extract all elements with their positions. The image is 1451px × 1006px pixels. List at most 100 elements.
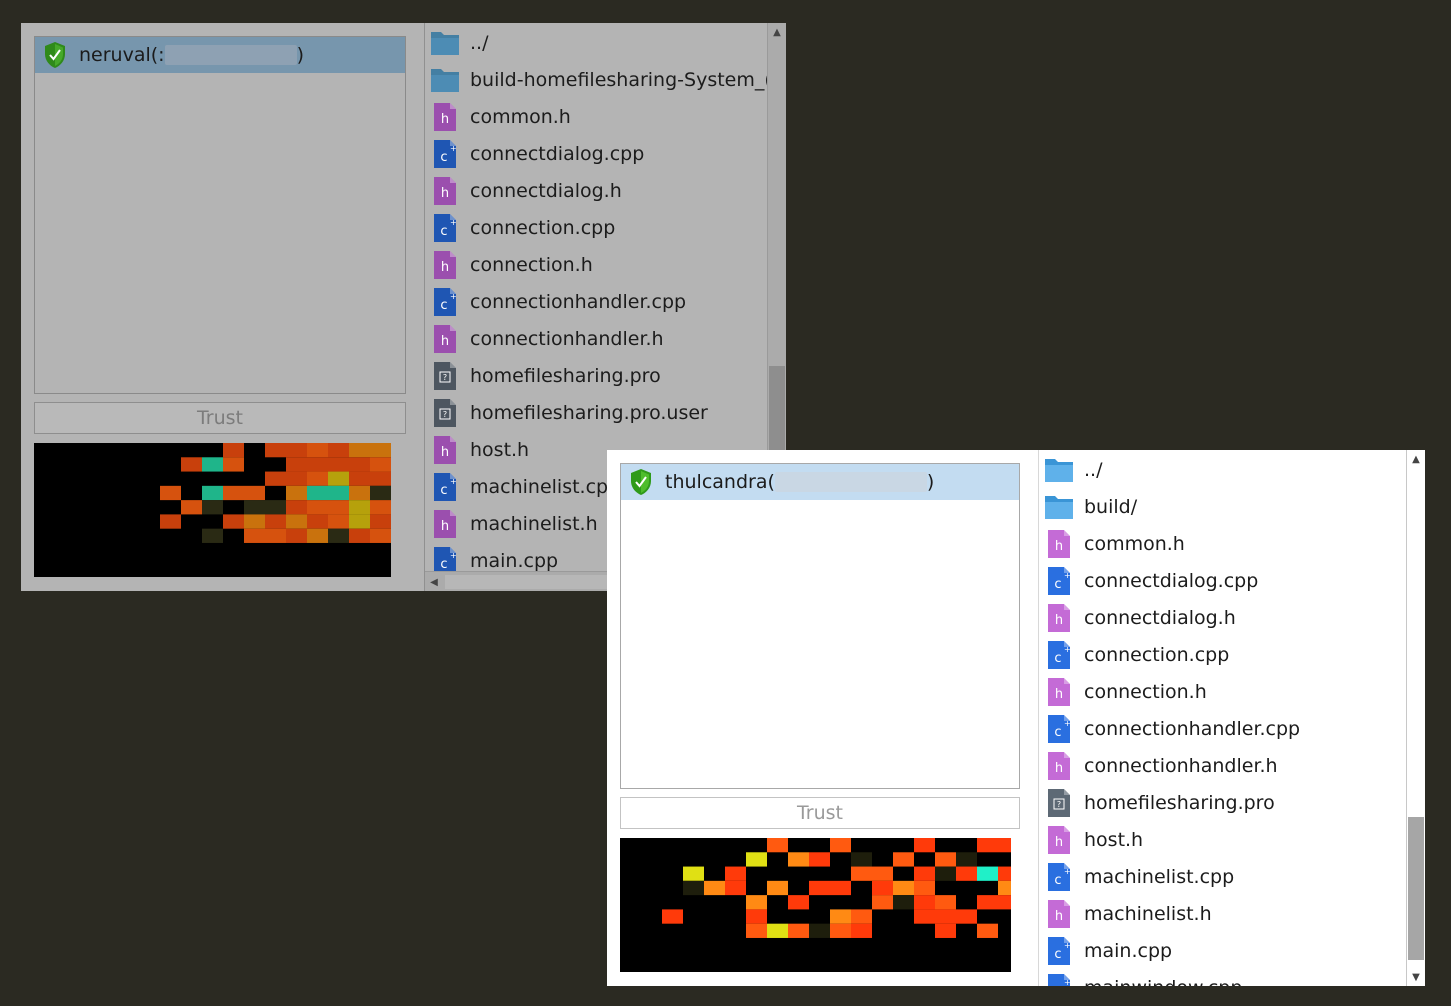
file-item[interactable]: c++ connectdialog.cpp [425, 135, 772, 172]
preview-pixel [370, 457, 391, 472]
file-item[interactable]: build/ [1039, 488, 1300, 525]
file-item[interactable]: h connection.h [1039, 673, 1300, 710]
file-list[interactable]: ../build/hcommon.hc++connectdialog.cpphc… [1039, 451, 1300, 986]
file-browser[interactable]: ../build/hcommon.hc++connectdialog.cpphc… [1038, 450, 1425, 986]
scroll-left-arrow-icon[interactable]: ◀ [425, 573, 443, 591]
file-name: host.h [470, 438, 530, 461]
trust-button[interactable]: Trust [34, 402, 406, 434]
preview-pixel [328, 500, 349, 515]
preview-pixel [181, 500, 202, 515]
file-item[interactable]: build-homefilesharing-System_( [425, 61, 772, 98]
file-item[interactable]: c++ mainwindow.cpp [1039, 969, 1300, 986]
header-file-icon: h [430, 435, 460, 465]
file-item[interactable]: h connectdialog.h [425, 172, 772, 209]
svg-text:++: ++ [1064, 867, 1071, 876]
preview-pixel [746, 923, 767, 938]
project-file-icon: ? [1044, 788, 1074, 818]
machine-label: neruval (:) [79, 44, 304, 66]
screen-preview [34, 443, 391, 577]
scroll-up-arrow-icon[interactable]: ▲ [1407, 450, 1425, 468]
file-item[interactable]: c++ main.cpp [1039, 932, 1300, 969]
svg-text:c: c [1054, 947, 1061, 962]
svg-text:h: h [441, 186, 449, 201]
preview-pixel [914, 909, 935, 924]
preview-pixel [307, 514, 328, 529]
file-name: connection.cpp [1084, 643, 1230, 666]
preview-pixel [244, 485, 265, 501]
file-sharing-window-thulcandra: thulcandra () Trust ../build/h common.h c +… [607, 450, 1425, 986]
file-item[interactable]: c++ connectionhandler.cpp [1039, 710, 1300, 747]
file-item[interactable]: c++ connection.cpp [1039, 636, 1300, 673]
file-name: connection.h [1084, 680, 1207, 703]
scrollbar-thumb[interactable] [1408, 817, 1424, 960]
preview-pixel [244, 500, 265, 515]
vertical-scrollbar[interactable]: ▲ ▼ [1406, 450, 1425, 986]
preview-pixel [286, 528, 307, 543]
preview-pixel [349, 485, 370, 501]
file-item[interactable]: h connectionhandler.h [425, 320, 772, 357]
machine-label: thulcandra () [665, 471, 934, 493]
file-item[interactable]: h connectdialog.h [1039, 599, 1300, 636]
preview-pixel [809, 923, 830, 938]
preview-pixel [265, 514, 286, 529]
preview-pixel [830, 923, 851, 938]
folder-icon [1044, 492, 1074, 522]
preview-pixel [307, 471, 328, 486]
preview-pixel [202, 528, 223, 543]
file-item[interactable]: ? homefilesharing.pro [1039, 784, 1300, 821]
preview-pixel [998, 880, 1011, 896]
preview-pixel [223, 514, 244, 529]
preview-pixel [830, 838, 851, 853]
file-item[interactable]: ../ [425, 24, 772, 61]
svg-text:h: h [441, 260, 449, 275]
header-file-icon: h [1044, 825, 1074, 855]
preview-pixel [160, 485, 181, 501]
preview-pixel [349, 514, 370, 529]
preview-pixel [307, 485, 328, 501]
file-item[interactable]: h common.h [1039, 525, 1300, 562]
file-name: machinelist.h [470, 512, 598, 535]
machine-list[interactable]: thulcandra () [620, 463, 1020, 789]
file-item[interactable]: c++ machinelist.cpp [1039, 858, 1300, 895]
cpp-file-icon: c++ [430, 472, 460, 502]
svg-text:++: ++ [1064, 645, 1071, 654]
file-item[interactable]: h machinelist.h [1039, 895, 1300, 932]
file-item[interactable]: c++ connectionhandler.cpp [425, 283, 772, 320]
svg-text:?: ? [1057, 800, 1061, 809]
file-item[interactable]: h connectionhandler.h [1039, 747, 1300, 784]
file-item[interactable]: h connection.h [425, 246, 772, 283]
file-item[interactable]: ? homefilesharing.pro [425, 357, 772, 394]
machine-item-thulcandra[interactable]: thulcandra () [621, 464, 1019, 500]
preview-pixel [370, 528, 391, 543]
preview-pixel [286, 485, 307, 501]
svg-text:h: h [1055, 835, 1063, 850]
folder-icon [430, 28, 460, 58]
file-item[interactable]: ../ [1039, 451, 1300, 488]
scroll-down-arrow-icon[interactable]: ▼ [1407, 968, 1425, 986]
svg-text:c: c [1054, 651, 1061, 666]
scroll-up-arrow-icon[interactable]: ▲ [768, 23, 786, 41]
file-item[interactable]: c++ connection.cpp [425, 209, 772, 246]
file-item[interactable]: h host.h [1039, 821, 1300, 858]
svg-text:++: ++ [1064, 941, 1071, 950]
file-name: connectionhandler.h [470, 327, 664, 350]
trust-button[interactable]: Trust [620, 797, 1020, 829]
preview-pixel [767, 880, 788, 896]
cpp-file-icon: c++ [1044, 936, 1074, 966]
file-item[interactable]: h common.h [425, 98, 772, 135]
cpp-file-icon: c++ [430, 139, 460, 169]
preview-pixel [830, 880, 851, 896]
preview-pixel [746, 895, 767, 910]
preview-pixel [349, 471, 370, 486]
preview-pixel [788, 852, 809, 867]
file-name: main.cpp [470, 549, 559, 572]
preview-pixel [998, 895, 1011, 910]
file-name: connectionhandler.h [1084, 754, 1278, 777]
machine-item-neruval[interactable]: neruval (:) [35, 37, 405, 73]
file-item[interactable]: ? homefilesharing.pro.user [425, 394, 772, 431]
machine-list[interactable]: neruval (:) [34, 36, 406, 394]
preview-pixel [244, 528, 265, 543]
file-item[interactable]: c++ connectdialog.cpp [1039, 562, 1300, 599]
preview-pixel [788, 923, 809, 938]
preview-pixel [872, 866, 893, 881]
